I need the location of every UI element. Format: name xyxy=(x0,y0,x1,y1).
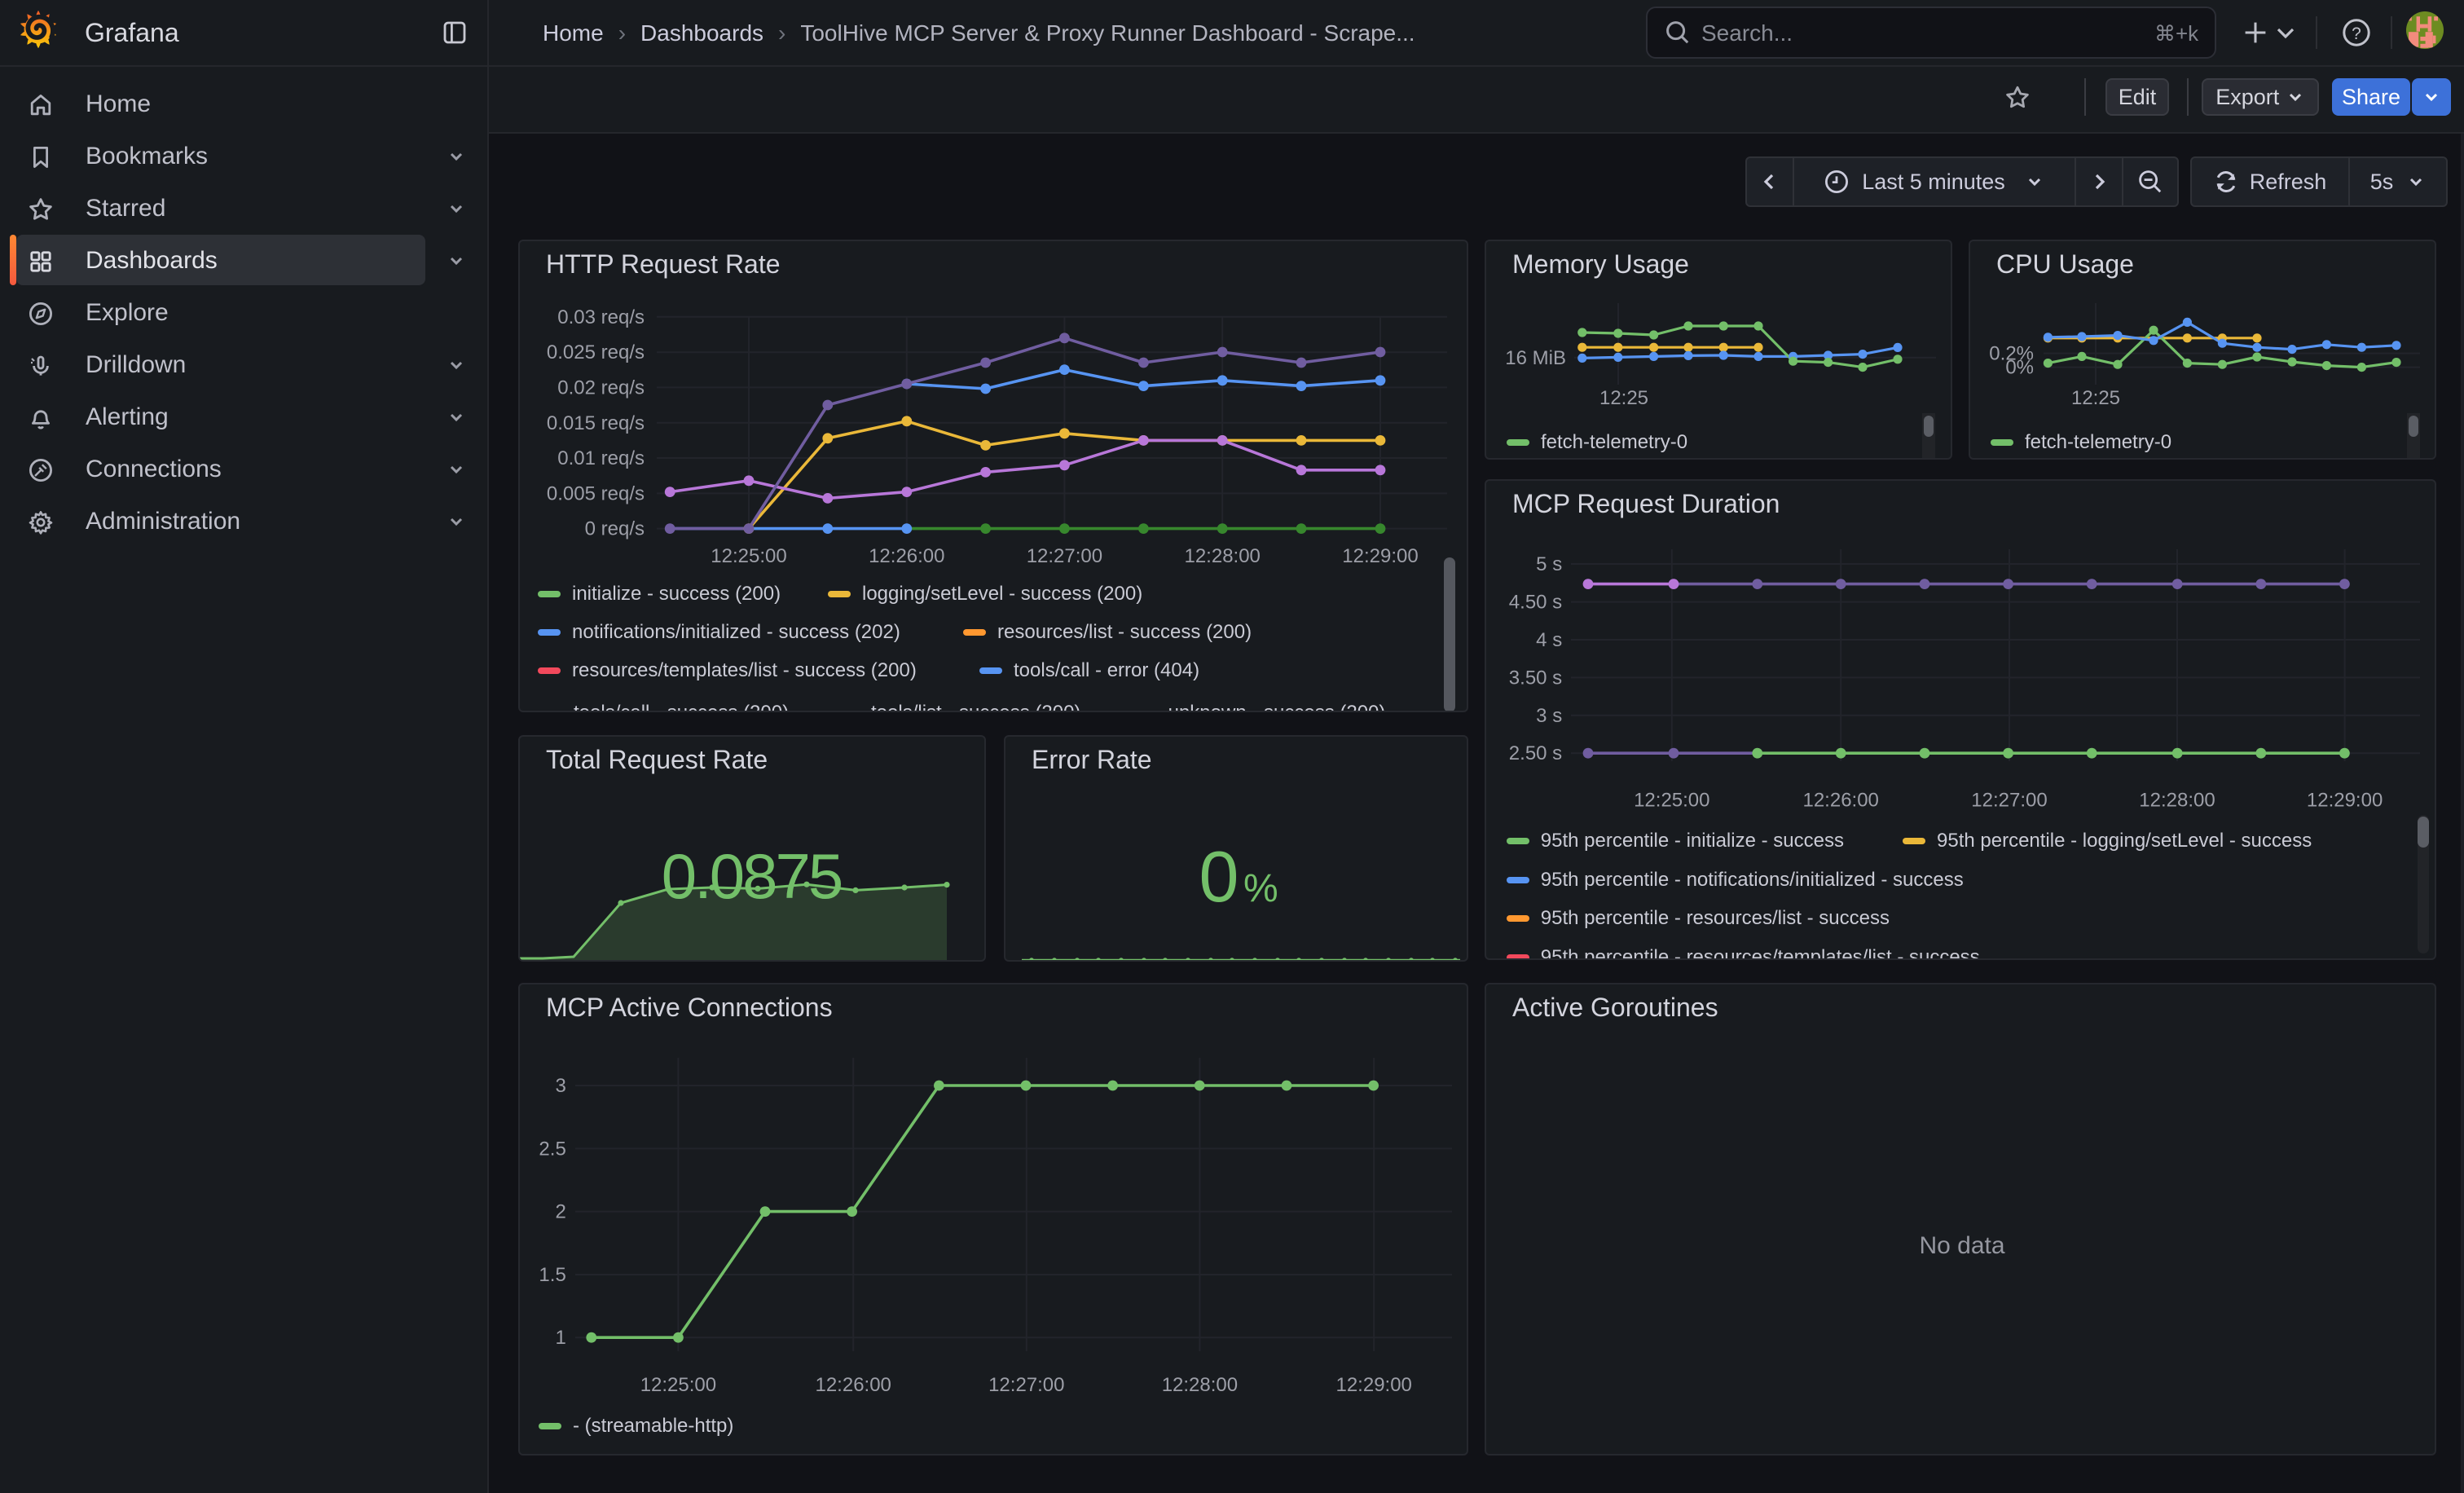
svg-text:3: 3 xyxy=(555,1075,565,1097)
svg-text:0.025 req/s: 0.025 req/s xyxy=(547,341,645,363)
svg-text:12:27:00: 12:27:00 xyxy=(1971,789,2047,811)
svg-text:12:26:00: 12:26:00 xyxy=(815,1374,891,1396)
svg-text:%: % xyxy=(1243,867,1278,910)
svg-text:12:27:00: 12:27:00 xyxy=(1027,545,1102,567)
svg-text:0.005 req/s: 0.005 req/s xyxy=(547,482,645,504)
svg-text:12:28:00: 12:28:00 xyxy=(1162,1374,1238,1396)
svg-text:12:26:00: 12:26:00 xyxy=(869,545,944,567)
svg-text:2: 2 xyxy=(555,1201,565,1223)
svg-text:0.01 req/s: 0.01 req/s xyxy=(557,447,645,469)
svg-text:12:29:00: 12:29:00 xyxy=(2307,789,2383,811)
svg-text:0.015 req/s: 0.015 req/s xyxy=(547,412,645,434)
svg-text:4.50 s: 4.50 s xyxy=(1509,592,1562,614)
svg-text:12:29:00: 12:29:00 xyxy=(1342,545,1418,567)
svg-text:5 s: 5 s xyxy=(1536,553,1562,575)
svg-text:12:25:00: 12:25:00 xyxy=(1634,789,1709,811)
svg-text:12:25:00: 12:25:00 xyxy=(640,1374,716,1396)
svg-text:1: 1 xyxy=(555,1327,565,1349)
svg-text:3 s: 3 s xyxy=(1536,705,1562,727)
svg-text:2.5: 2.5 xyxy=(539,1138,565,1160)
svg-text:12:26:00: 12:26:00 xyxy=(1802,789,1878,811)
svg-text:0: 0 xyxy=(1199,836,1239,917)
svg-text:3.50 s: 3.50 s xyxy=(1509,667,1562,689)
svg-text:?: ? xyxy=(2352,24,2361,43)
svg-text:12:25: 12:25 xyxy=(2071,387,2120,409)
svg-text:12:29:00: 12:29:00 xyxy=(1335,1374,1411,1396)
svg-text:12:27:00: 12:27:00 xyxy=(988,1374,1064,1396)
svg-text:2.50 s: 2.50 s xyxy=(1509,742,1562,764)
svg-text:0.03 req/s: 0.03 req/s xyxy=(557,306,645,328)
svg-text:1.5: 1.5 xyxy=(539,1264,565,1286)
svg-text:4 s: 4 s xyxy=(1536,629,1562,651)
svg-text:0 req/s: 0 req/s xyxy=(585,518,645,540)
svg-text:12:28:00: 12:28:00 xyxy=(2139,789,2215,811)
svg-text:0.02 req/s: 0.02 req/s xyxy=(557,377,645,399)
svg-text:0.0875: 0.0875 xyxy=(662,840,842,912)
svg-text:16 MiB: 16 MiB xyxy=(1505,347,1566,369)
svg-text:12:28:00: 12:28:00 xyxy=(1184,545,1260,567)
svg-text:12:25:00: 12:25:00 xyxy=(711,545,786,567)
svg-text:12:25: 12:25 xyxy=(1599,387,1648,409)
svg-text:0%: 0% xyxy=(2005,357,2034,379)
